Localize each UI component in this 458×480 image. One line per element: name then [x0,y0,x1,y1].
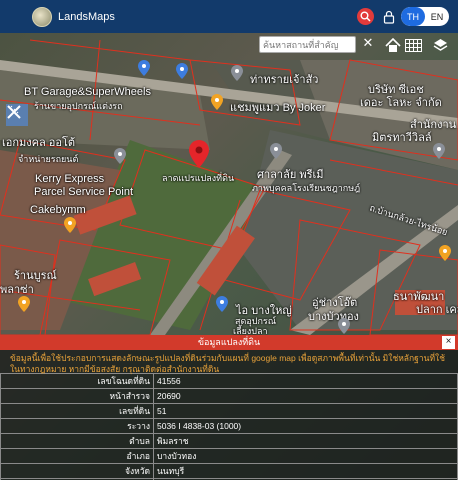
lang-en-option[interactable]: EN [425,7,449,26]
table-row: เลขโฉนดที่ดิน 41556 [0,373,458,389]
poi-pin-icon[interactable] [176,63,188,79]
home-button[interactable] [383,35,403,55]
poi-pin-icon[interactable] [439,245,451,261]
table-row: อำเภอ บางบัวทอง [0,448,458,464]
poi-pin-icon[interactable] [211,94,223,110]
poi-pin-icon[interactable] [270,143,282,159]
place-search-input[interactable] [259,36,356,53]
map-label: ภาพบุคคลโรงเรียนชฎากษฎ์ [252,183,361,193]
search-icon [360,11,371,22]
field-label: ระวาง [0,418,154,434]
grid-icon [404,38,422,52]
table-row: หน้าสำรวจ 20690 [0,388,458,404]
map-label: มิตรทาวีวิลล์ [372,132,432,144]
map-label: บางบัวทอง [308,311,359,323]
poi-pin-icon[interactable] [64,217,76,233]
brand-name: LandsMaps [58,10,115,23]
field-label: จังหวัด [0,463,154,479]
field-label: เลขโฉนดที่ดิน [0,373,154,389]
map-label: เอกมงคล ออโต้ [2,137,76,149]
table-row: เลขที่ดิน 51 [0,403,458,419]
selected-parcel-marker-icon[interactable] [189,140,209,168]
map-label: ปลาก เคส [416,304,458,316]
map-label: แชมพูแมว By Joker [230,102,326,114]
map-label: ท่าทรายเจ้าสัว [250,74,319,86]
map-label: ลาดแปรแปลงที่ดิน [162,173,235,183]
field-value: บางบัวทอง [153,448,458,464]
measure-tool-button[interactable] [6,104,28,126]
field-label: เลขที่ดิน [0,403,154,419]
close-icon[interactable]: ✕ [360,35,376,53]
layers-icon [433,38,447,51]
field-value: พิมลราช [153,433,458,449]
panel-title: ข้อมูลแปลงที่ดิน [197,337,261,347]
parcel-info-table: เลขโฉนดที่ดิน 41556 หน้าสำรวจ 20690 เลขที่ดิ… [0,373,458,480]
map-label: Kerry Express [35,173,105,185]
table-row: ระวาง 5036 I 4838-03 (1000) [0,418,458,434]
field-value: 20690 [153,388,458,404]
field-label: อำเภอ [0,448,154,464]
grid-sheet-button[interactable] [403,35,423,55]
top-bar: LandsMaps TH EN [0,0,458,33]
table-row: ตำบล พิมลราช [0,433,458,449]
poi-pin-icon[interactable] [114,148,126,164]
map-label: เดอะ โลหะ จำกัด [360,97,442,109]
lang-th-option[interactable]: TH [401,7,425,26]
field-label: หน้าสำรวจ [0,388,154,404]
parcel-info-panel: ข้อมูลแปลงที่ดิน × ข้อมูลนี้เพื่อใช้ประก… [0,335,458,480]
field-label: ตำบล [0,433,154,449]
field-value: นนทบุรี [153,463,458,479]
poi-pin-icon[interactable] [231,65,243,81]
map-label: Cakebymm [30,204,86,216]
map-label: BT Garage&SuperWheels [24,86,151,98]
panel-header: ข้อมูลแปลงที่ดิน × [0,335,458,350]
table-row: จังหวัด นนทบุรี [0,463,458,479]
panel-close-button[interactable]: × [442,336,455,349]
map-label: จำหน่ายรถยนต์ [18,154,79,164]
layers-button[interactable] [430,35,450,55]
field-value: 41556 [153,373,458,389]
language-toggle[interactable]: TH EN [401,7,449,26]
poi-pin-icon[interactable] [18,296,30,312]
search-button[interactable] [357,8,374,25]
poi-pin-icon[interactable] [433,143,445,159]
lock-icon[interactable] [383,10,395,24]
poi-pin-icon[interactable] [138,60,150,76]
map-label: ร้านขายอุปกรณ์แต่งรถ [34,101,123,111]
disclaimer-text: ข้อมูลนี้เพื่อใช้ประกอบการแสดงลักษณะรูปแ… [0,350,458,374]
landsmaps-logo[interactable] [32,6,52,27]
poi-pin-icon[interactable] [338,318,350,334]
ruler-cross-icon [7,105,21,119]
field-value: 5036 I 4838-03 (1000) [153,418,458,434]
home-icon [385,37,401,52]
field-value: 51 [153,403,458,419]
poi-pin-icon[interactable] [216,296,228,312]
map-label: Parcel Service Point [34,186,134,198]
